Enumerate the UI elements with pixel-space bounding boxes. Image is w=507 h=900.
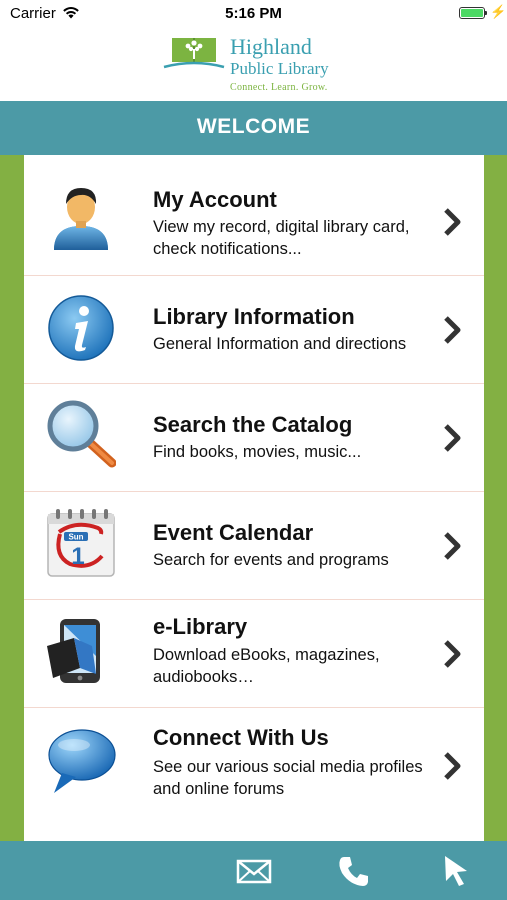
menu-item-my-account[interactable]: My Account View my record, digital libra… <box>24 155 484 276</box>
menu-item-library-information[interactable]: Library Information General Information … <box>24 276 484 384</box>
menu-item-search-catalog[interactable]: Search the Catalog Find books, movies, m… <box>24 384 484 492</box>
user-avatar-icon <box>54 188 108 250</box>
logo-tagline: Connect. Learn. Grow. <box>230 82 328 93</box>
tablet-book-icon <box>47 619 100 683</box>
status-bar: Carrier 5:16 PM ⚡ <box>0 0 507 28</box>
chevron-right-icon <box>444 532 461 560</box>
menu-item-description: See our various social media profiles an… <box>153 758 423 798</box>
logo-title-line2: Public Library <box>230 59 329 78</box>
calendar-day-label: Sun <box>68 533 83 542</box>
page-title: WELCOME <box>0 101 507 155</box>
library-logo: Highland Public Library Connect. Learn. … <box>0 28 507 101</box>
main-menu: My Account View my record, digital libra… <box>24 155 484 841</box>
menu-item-title: My Account <box>153 187 277 212</box>
chevron-right-icon <box>444 640 461 668</box>
menu-item-description: Find books, movies, music... <box>153 443 362 461</box>
battery-icon <box>459 7 485 19</box>
battery-tip <box>485 11 487 15</box>
menu-item-description: Download eBooks, magazines, audiobooks… <box>153 646 380 686</box>
left-green-border <box>0 155 24 841</box>
magnifier-icon <box>47 400 116 468</box>
cursor-arrow-icon[interactable] <box>436 851 476 891</box>
logo-title-line1: Highland <box>230 34 312 59</box>
calendar-day-number: 1 <box>71 543 84 570</box>
chevron-right-icon <box>444 752 461 780</box>
charging-bolt-icon: ⚡ <box>490 4 507 19</box>
menu-item-title: Event Calendar <box>153 520 314 545</box>
battery-level-fill <box>461 9 483 17</box>
speech-bubble-icon <box>48 729 116 793</box>
right-green-border <box>484 155 507 841</box>
menu-item-title: Connect With Us <box>153 725 329 750</box>
menu-item-title: e-Library <box>153 614 248 639</box>
calendar-icon: Sun 1 <box>47 509 115 577</box>
menu-item-description: Search for events and programs <box>153 551 389 569</box>
envelope-icon[interactable] <box>234 851 274 891</box>
clock-time: 5:16 PM <box>225 5 282 22</box>
bottom-toolbar <box>0 841 507 900</box>
menu-item-title: Library Information <box>153 304 355 329</box>
chevron-right-icon <box>444 208 461 236</box>
book-tree-logo-icon <box>163 38 225 69</box>
phone-icon[interactable] <box>334 851 374 891</box>
menu-item-description: View my record, digital library card, ch… <box>153 218 410 258</box>
menu-item-event-calendar[interactable]: Sun 1 Event Calendar Search for events a… <box>24 492 484 600</box>
menu-item-title: Search the Catalog <box>153 412 353 437</box>
menu-item-connect-with-us[interactable]: Connect With Us See our various social m… <box>24 708 484 841</box>
menu-item-e-library[interactable]: e-Library Download eBooks, magazines, au… <box>24 600 484 708</box>
info-icon <box>48 295 114 361</box>
menu-item-description: General Information and directions <box>153 335 407 353</box>
chevron-right-icon <box>444 424 461 452</box>
chevron-right-icon <box>444 316 461 344</box>
